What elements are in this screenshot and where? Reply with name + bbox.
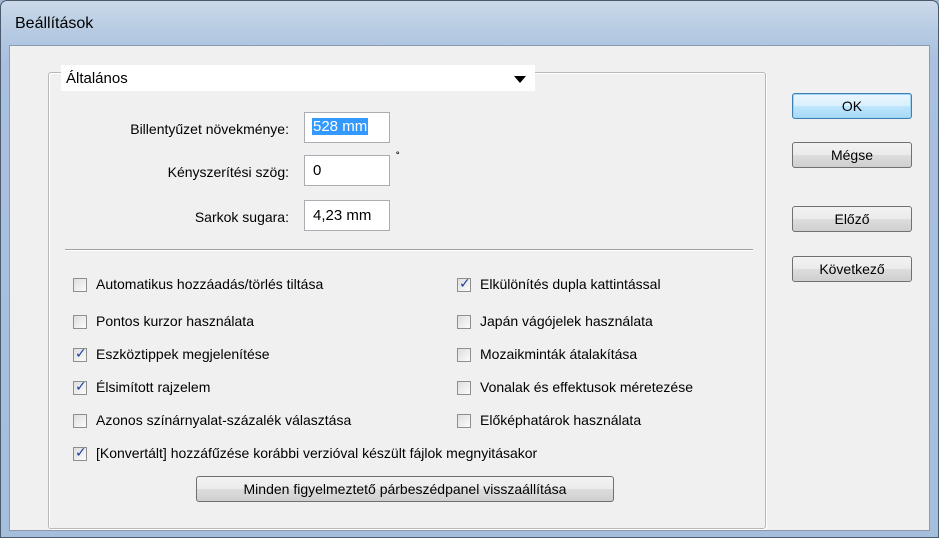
- checkbox-precise-cursor[interactable]: [73, 315, 87, 329]
- checkbox-label: Eszköztippek megjelenítése: [96, 346, 270, 362]
- title-bar[interactable]: Beállítások: [1, 1, 938, 45]
- preferences-dialog: Beállítások Általános Billentyűzet növek…: [0, 0, 939, 538]
- checkbox-transform-pattern-tiles[interactable]: [457, 348, 471, 362]
- window-title: Beállítások: [15, 15, 94, 32]
- constraint-angle-input[interactable]: 0: [304, 155, 390, 186]
- checkbox-label: [Konvertált] hozzáfűzése korábbi verzióv…: [96, 445, 538, 461]
- section-dropdown-value: Általános: [66, 70, 128, 87]
- checkbox-double-click-isolate[interactable]: [457, 276, 471, 292]
- chevron-down-icon[interactable]: [514, 76, 526, 83]
- checkbox-japanese-crop-marks[interactable]: [457, 315, 471, 329]
- checkbox-label: Japán vágójelek használata: [480, 313, 653, 329]
- checkbox-label: Automatikus hozzáadás/törlés tiltása: [96, 276, 324, 292]
- keyboard-increment-input[interactable]: 528 mm: [304, 112, 390, 143]
- constraint-angle-label: Kényszerítési szög:: [167, 164, 289, 180]
- checkbox-label: Elkülönítés dupla kattintással: [480, 276, 661, 292]
- checkbox-label: Előképhatárok használata: [480, 412, 642, 428]
- corner-radius-value: 4,23 mm: [313, 207, 372, 224]
- ok-button[interactable]: OK: [792, 93, 912, 119]
- corner-radius-label: Sarkok sugara:: [194, 209, 289, 225]
- keyboard-increment-value: 528 mm: [312, 118, 369, 135]
- section-dropdown[interactable]: Általános: [61, 65, 535, 91]
- separator: [65, 249, 753, 251]
- checkbox-disable-auto-add-delete[interactable]: [73, 278, 87, 292]
- degree-unit: ˚: [396, 150, 400, 164]
- reset-warning-dialogs-button[interactable]: Minden figyelmeztető párbeszédpanel viss…: [196, 476, 614, 502]
- checkbox-label: Vonalak és effektusok méretezése: [480, 379, 693, 395]
- checkbox-append-converted[interactable]: [73, 445, 87, 461]
- checkbox-select-same-tint[interactable]: [73, 414, 87, 428]
- checkbox-label: Élsimított rajzelem: [96, 379, 211, 395]
- checkbox-show-tooltips[interactable]: [73, 346, 87, 362]
- previous-button[interactable]: Előző: [792, 206, 912, 232]
- dialog-client-area: Általános Billentyűzet növekménye: 528 m…: [9, 45, 930, 531]
- keyboard-increment-label: Billentyűzet növekménye:: [130, 121, 289, 137]
- checkbox-label: Azonos színárnyalat-százalék választása: [96, 412, 352, 428]
- checkbox-label: Pontos kurzor használata: [96, 313, 254, 329]
- next-button[interactable]: Következő: [792, 256, 912, 282]
- checkbox-label: Mozaikminták átalakítása: [480, 346, 638, 362]
- cancel-button[interactable]: Mégse: [792, 142, 912, 168]
- checkbox-use-preview-bounds[interactable]: [457, 414, 471, 428]
- corner-radius-input[interactable]: 4,23 mm: [304, 200, 390, 231]
- constraint-angle-value: 0: [313, 162, 322, 179]
- checkbox-antialiased-artwork[interactable]: [73, 379, 87, 395]
- checkbox-scale-strokes-effects[interactable]: [457, 381, 471, 395]
